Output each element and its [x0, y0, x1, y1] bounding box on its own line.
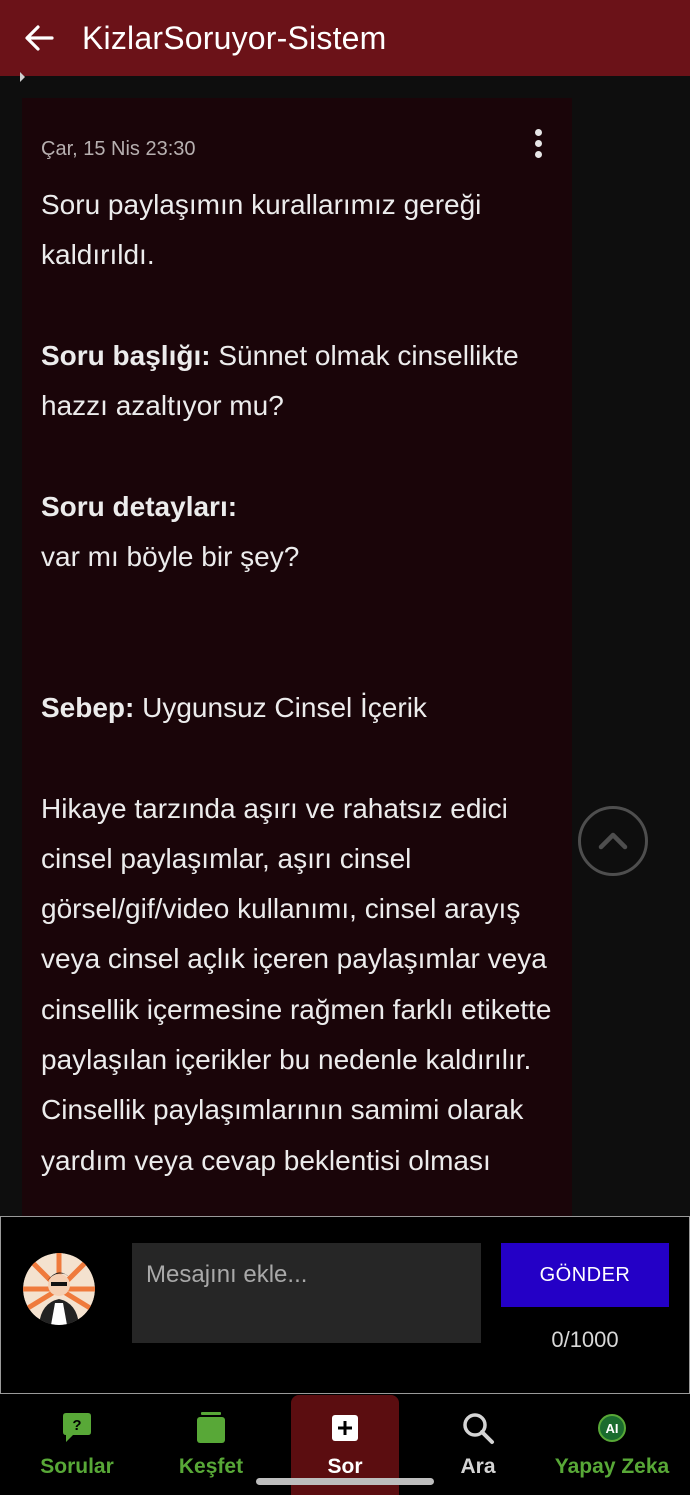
nav-label-yapay-zeka: Yapay Zeka	[554, 1455, 670, 1478]
reason-value: Uygunsuz Cinsel İçerik	[142, 691, 427, 723]
ai-icon: AI	[598, 1414, 626, 1442]
svg-text:?: ?	[72, 1417, 81, 1434]
nav-item-ara[interactable]: Ara	[418, 1395, 538, 1495]
message-intro: Soru paylaşımın kurallarımız gereği kald…	[41, 189, 482, 271]
question-title-label: Soru başlığı:	[41, 339, 211, 371]
nav-item-kesfet[interactable]: Keşfet	[151, 1395, 271, 1495]
message-body: Soru paylaşımın kurallarımız gereği kald…	[41, 180, 561, 1186]
question-bubble-icon: ?	[63, 1413, 91, 1442]
scroll-top-button[interactable]	[578, 806, 648, 876]
cards-icon	[197, 1412, 225, 1443]
message-input[interactable]	[132, 1243, 481, 1343]
character-counter: 0/1000	[551, 1327, 619, 1352]
reason-explanation: Hikaye tarzında aşırı ve rahatsız edici …	[41, 792, 552, 1176]
send-button[interactable]: GÖNDER	[501, 1243, 669, 1307]
home-indicator[interactable]	[256, 1478, 434, 1485]
plus-square-icon	[332, 1415, 358, 1441]
app-header: KizlarSoruyor-Sistem	[0, 0, 690, 76]
avatar	[23, 1253, 95, 1325]
compose-bar: GÖNDER 0/1000	[0, 1216, 690, 1394]
question-title-line: Soru başlığı: Sünnet olmak cinsellikte h…	[41, 331, 561, 432]
back-button[interactable]	[20, 18, 60, 58]
nav-item-yapay-zeka[interactable]: AI Yapay Zeka	[550, 1395, 674, 1495]
message-scroll-area[interactable]: Çar, 15 Nis 23:30 Soru paylaşımın kurall…	[0, 76, 690, 1216]
arrow-left-icon	[25, 25, 54, 51]
page-title: KizlarSoruyor-Sistem	[82, 20, 387, 56]
chevron-up-icon	[598, 832, 628, 850]
nav-label-sor: Sor	[327, 1455, 363, 1478]
more-options-button[interactable]	[528, 126, 548, 166]
reason-label: Sebep:	[41, 691, 135, 723]
question-details-label: Soru detayları:	[41, 490, 238, 522]
nav-label-kesfet: Keşfet	[178, 1455, 244, 1478]
nav-label-ara: Ara	[460, 1455, 496, 1478]
more-vertical-icon	[534, 129, 542, 136]
svg-text:AI: AI	[606, 1421, 619, 1436]
reason-line: Sebep: Uygunsuz Cinsel İçerik	[41, 683, 561, 733]
tooltip-pointer	[20, 72, 25, 82]
nav-label-sorular: Sorular	[40, 1455, 114, 1478]
search-icon	[463, 1413, 494, 1444]
system-message-card: Çar, 15 Nis 23:30 Soru paylaşımın kurall…	[22, 98, 572, 1216]
message-timestamp: Çar, 15 Nis 23:30	[41, 138, 196, 160]
nav-item-sorular[interactable]: ? Sorular	[17, 1395, 137, 1495]
question-details-value: var mı böyle bir şey?	[41, 541, 300, 573]
